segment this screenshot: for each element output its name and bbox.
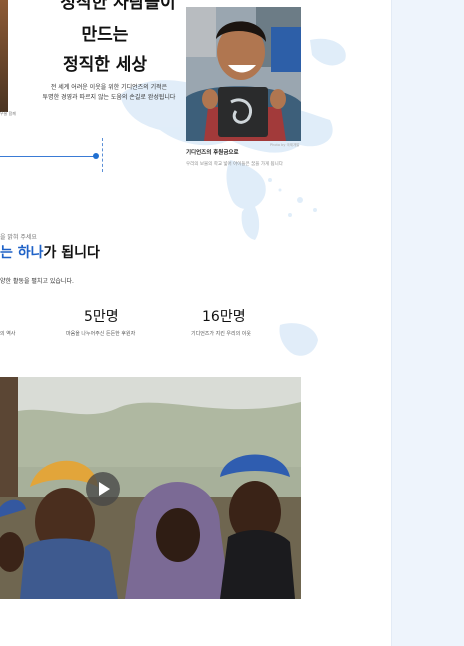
- photo-caption: 기디언즈의 후원금으로: [186, 150, 239, 156]
- section-title: 는 하나가 됩니다: [0, 242, 100, 262]
- photo-credit: Photo by 국제개발: [270, 143, 300, 147]
- hero-description-line-1: 전 세계 어려운 이웃을 위한 기디언즈의 기적은: [50, 84, 168, 91]
- hero-description-line-2: 투명한 경영과 따르지 않는 도움의 손길로 완성됩니다: [42, 94, 176, 101]
- video-play-button[interactable]: [86, 472, 120, 506]
- right-side-panel: [391, 0, 464, 646]
- play-icon: [99, 482, 110, 496]
- section-title-rest: 가 됩니다: [43, 245, 100, 261]
- stat-neighbors-value: 16만명: [202, 309, 246, 325]
- video-thumbnail[interactable]: [0, 377, 301, 599]
- timeline-dot[interactable]: [93, 153, 99, 159]
- left-card-caption: 우물 함께: [0, 111, 16, 116]
- stat-supporters-value: 5만명: [84, 309, 119, 325]
- section-description: 양한 활동을 펼치고 있습니다.: [0, 278, 74, 285]
- hero-title-line-3: 정직한 세상: [62, 55, 148, 75]
- stat-history-caption: 의 역사: [0, 331, 16, 337]
- stat-neighbors-caption: 기디언즈가 지킨 우리의 이웃: [191, 331, 251, 337]
- timeline-line: [0, 156, 96, 157]
- section-title-accent: 는 하나: [0, 245, 44, 261]
- child-photo: [186, 7, 301, 141]
- timeline-marker: [102, 138, 104, 172]
- photo-subcaption: 우리의 보물의 학교 넓어 아이들은 꿈을 가게 됩니다: [186, 162, 283, 167]
- stat-supporters-caption: 마음을 나누어주신 든든한 후원자: [66, 331, 136, 337]
- hero-title-line-2: 만드는: [81, 25, 129, 45]
- section-eyebrow: 을 밝혀 주세요: [0, 234, 37, 241]
